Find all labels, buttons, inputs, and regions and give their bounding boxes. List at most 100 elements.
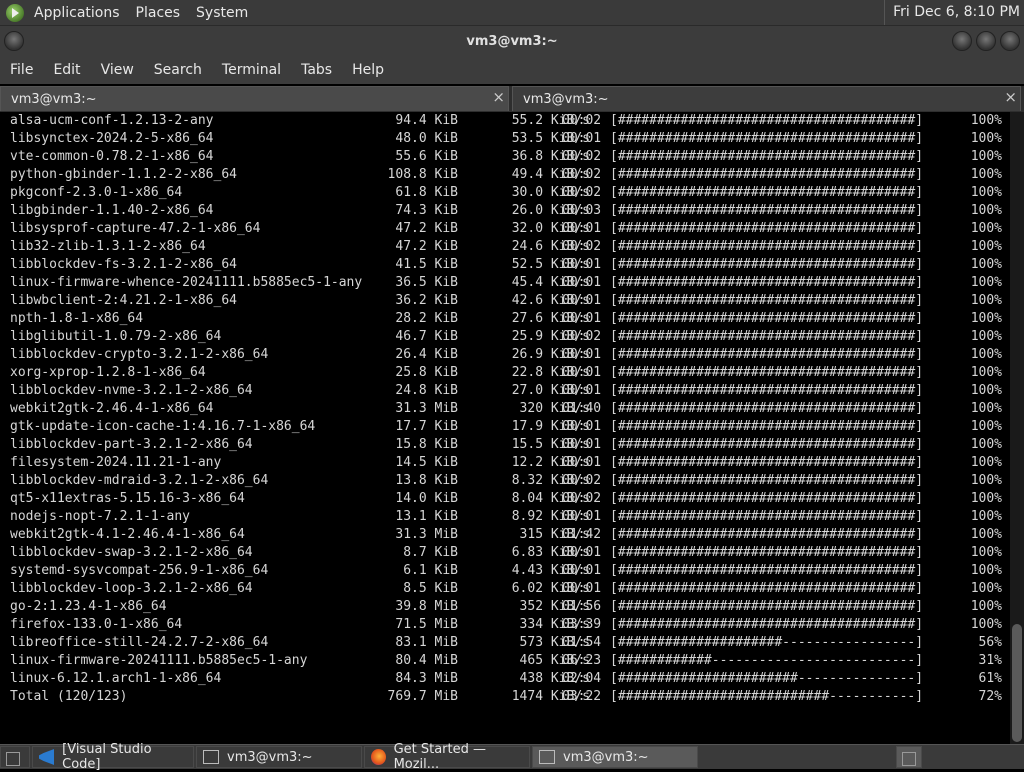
terminal-line: linux-firmware-20241111.b5885ec5-1-any 80… [0,652,1010,670]
progress-bar: [######################################] [610,185,924,200]
taskbar-item-vscode[interactable]: [Visual Studio Code] [32,742,194,772]
progress-bar: [######################################] [610,581,924,596]
taskbar-label: vm3@vm3:~ [563,749,649,765]
terminal-line: systemd-sysvcompat-256.9-1-x86_64 6.1 KiB… [0,562,1010,580]
elapsed-time: 00:03 [562,203,602,218]
package-name: systemd-sysvcompat-256.9-1-x86_64 [10,563,269,578]
progress-bar: [######################################] [610,617,924,632]
tab-2[interactable]: vm3@vm3:~ × [512,86,1021,111]
package-name: libreoffice-still-24.2.7-2-x86_64 [10,635,269,650]
download-size: 15.8 KiB [395,437,458,452]
terminal-line: libwbclient-2:4.21.2-1-x86_64 36.2 KiB 42.… [0,292,1010,310]
progress-percent: 100% [970,347,1002,362]
elapsed-time: 00:02 [562,185,602,200]
menu-file[interactable]: File [0,62,43,78]
system-menu[interactable]: System [188,5,256,21]
progress-bar: [#######################---------------] [610,671,924,686]
progress-bar: [############--------------------------] [610,653,924,668]
firefox-icon [371,749,386,765]
progress-percent: 100% [970,329,1002,344]
terminal-line: libblockdev-crypto-3.2.1-2-x86_64 26.4 Ki… [0,346,1010,364]
elapsed-time: 00:02 [562,329,602,344]
terminal-line: gtk-update-icon-cache-1:4.16.7-1-x86_64 1… [0,418,1010,436]
tab-label: vm3@vm3:~ [11,91,97,107]
download-size: 36.5 KiB [395,275,458,290]
download-size: 36.2 KiB [395,293,458,308]
terminal-line: firefox-133.0-1-x86_64 71.5 MiB 334 KiB/s 0… [0,616,1010,634]
tab-close-icon[interactable]: × [492,88,505,106]
package-name: libsysprof-capture-47.2-1-x86_64 [10,221,261,236]
progress-percent: 100% [970,401,1002,416]
progress-percent: 100% [970,203,1002,218]
menu-terminal[interactable]: Terminal [212,62,291,78]
progress-bar: [######################################] [610,455,924,470]
tab-1[interactable]: vm3@vm3:~ × [0,86,509,111]
elapsed-time: 01:56 [562,599,602,614]
menubar: File Edit View Search Terminal Tabs Help [0,56,1024,84]
elapsed-time: 02:04 [562,671,602,686]
download-size: 39.8 MiB [395,599,458,614]
progress-percent: 100% [970,131,1002,146]
elapsed-time: 00:02 [562,239,602,254]
menu-edit[interactable]: Edit [43,62,90,78]
taskbar-item-terminal-2[interactable]: vm3@vm3:~ [532,746,698,768]
workspace-switcher[interactable] [896,746,922,768]
progress-bar: [######################################] [610,203,924,218]
package-name: libwbclient-2:4.21.2-1-x86_64 [10,293,237,308]
download-size: 13.1 KiB [395,509,458,524]
terminal-line: webkit2gtk-4.1-2.46.4-1-x86_64 31.3 MiB 31… [0,526,1010,544]
taskbar-item-terminal-1[interactable]: vm3@vm3:~ [196,746,362,768]
elapsed-time: 00:02 [562,149,602,164]
scrollbar-thumb[interactable] [1012,624,1022,742]
progress-percent: 100% [970,599,1002,614]
progress-percent: 100% [970,491,1002,506]
minimize-icon[interactable] [952,31,972,51]
terminal-output[interactable]: alsa-ucm-conf-1.2.13-2-any 94.4 KiB 55.2 K… [0,112,1010,744]
places-menu[interactable]: Places [128,5,189,21]
package-name: webkit2gtk-4.1-2.46.4-1-x86_64 [10,527,245,542]
package-name: alsa-ucm-conf-1.2.13-2-any [10,113,214,128]
progress-bar: [######################################] [610,167,924,182]
package-name: Total (120/123) [10,689,128,704]
download-size: 31.3 MiB [395,527,458,542]
progress-percent: 100% [970,149,1002,164]
maximize-icon[interactable] [976,31,996,51]
package-name: libsynctex-2024.2-5-x86_64 [10,131,214,146]
scrollbar[interactable] [1010,112,1024,744]
download-size: 14.0 KiB [395,491,458,506]
terminal-line: libreoffice-still-24.2.7-2-x86_64 83.1 Mi… [0,634,1010,652]
terminal-line: libglibutil-1.0.79-2-x86_64 46.7 KiB 25.9 … [0,328,1010,346]
applications-menu[interactable]: Applications [26,5,128,21]
download-size: 55.6 KiB [395,149,458,164]
progress-percent: 100% [970,185,1002,200]
top-panel: Applications Places System Fri Dec 6, 8:… [0,0,1024,26]
close-icon[interactable] [1000,31,1020,51]
menu-search[interactable]: Search [144,62,212,78]
menu-tabs[interactable]: Tabs [291,62,342,78]
tab-close-icon[interactable]: × [1004,88,1017,106]
menu-view[interactable]: View [91,62,144,78]
download-size: 94.4 KiB [395,113,458,128]
progress-bar: [######################################] [610,527,924,542]
window-menu-icon[interactable] [4,31,24,51]
window-titlebar[interactable]: vm3@vm3:~ [0,26,1024,56]
progress-percent: 100% [970,239,1002,254]
download-size: 769.7 MiB [387,689,458,704]
clock[interactable]: Fri Dec 6, 8:10 PM [884,0,1020,25]
progress-bar: [######################################] [610,401,924,416]
terminal-line: lib32-zlib-1.3.1-2-x86_64 47.2 KiB 24.6 Ki… [0,238,1010,256]
progress-bar: [######################################] [610,509,924,524]
terminal-line: vte-common-0.78.2-1-x86_64 55.6 KiB 36.8 K… [0,148,1010,166]
taskbar-item-firefox[interactable]: Get Started — Mozil... [364,742,530,772]
tab-label: vm3@vm3:~ [523,91,609,107]
package-name: python-gbinder-1.1.2-2-x86_64 [10,167,237,182]
package-name: linux-firmware-20241111.b5885ec5-1-any [10,653,308,668]
progress-bar: [######################################] [610,599,924,614]
terminal-line: libgbinder-1.1.40-2-x86_64 74.3 KiB 26.0 K… [0,202,1010,220]
progress-bar: [###########################-----------] [610,689,924,704]
show-desktop-button[interactable] [0,746,30,768]
download-size: 6.1 KiB [403,563,458,578]
mate-logo-icon[interactable] [6,3,24,22]
menu-help[interactable]: Help [342,62,394,78]
elapsed-time: 00:01 [562,257,602,272]
